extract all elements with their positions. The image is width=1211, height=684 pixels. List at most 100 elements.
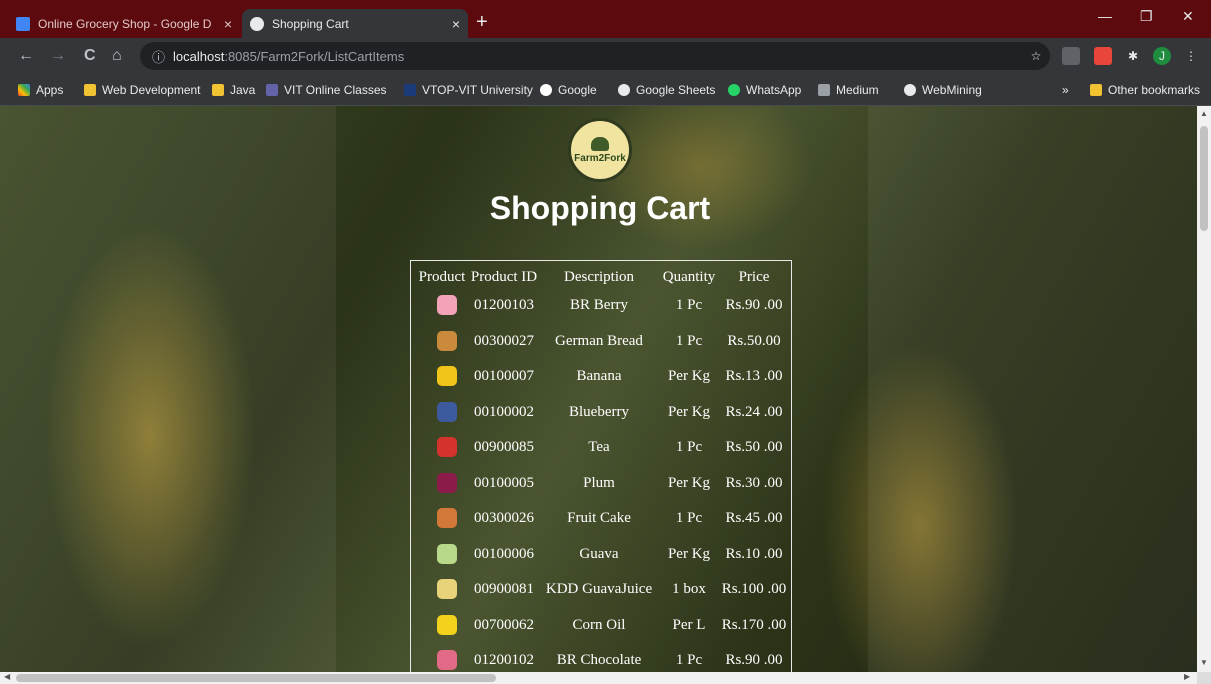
product-id-cell: 01200102 [474,652,534,668]
table-row: 00300027 German Bread 1 Pc Rs.50.00 [411,329,791,353]
table-row: 00900085 Tea 1 Pc Rs.50 .00 [411,435,791,459]
price-cell: Rs.90 .00 [725,652,783,668]
address-bar[interactable]: ⓘ localhost:8085/Farm2Fork/ListCartItems [140,42,1050,70]
price-cell: Rs.50.00 [727,332,781,349]
product-thumbnail [437,579,457,599]
scroll-up-arrow-icon[interactable]: ▲ [1200,109,1208,118]
bookmark-web-development[interactable]: Web Development [84,83,201,97]
header-product-id: Product ID [470,269,538,285]
tree-icon [591,136,609,151]
product-id-cell: 00900085 [474,439,534,455]
product-thumbnail [437,472,457,493]
product-thumbnail [437,437,457,457]
product-thumbnail [437,614,457,635]
quantity-cell: Per Kg [667,403,711,420]
bookmark-label: Java [230,83,256,97]
product-id-cell: 00900081 [474,581,534,597]
reload-button[interactable]: C [84,47,96,65]
table-row: 00100006 Guava Per Kg Rs.10 .00 [411,542,791,566]
address-path: :8085/Farm2Fork/ListCartItems [224,48,405,64]
bookmark-google-sheets[interactable]: Google Sheets [618,83,715,97]
profile-avatar[interactable]: J [1153,47,1171,65]
logo-text: Farm2Fork [574,152,626,164]
extension-icon[interactable] [1062,47,1080,65]
apps-grid-icon [18,84,30,96]
table-row: 00300026 Fruit Cake 1 Pc Rs.45 .00 [411,506,791,530]
scrollbar-thumb[interactable] [1200,126,1208,231]
tab-online-grocery-shop[interactable]: Online Grocery Shop - Google D × [8,9,240,38]
table-row: 01200103 BR Berry 1 Pc Rs.90 .00 [411,293,791,317]
table-row: 00100007 Banana Per Kg Rs.13 .00 [411,364,791,388]
extension-icon[interactable] [1094,47,1112,65]
globe-icon [618,84,630,96]
description-cell: Tea [588,439,610,455]
bookmark-label: Google Sheets [636,83,716,97]
chevron-double-right-icon: » [1062,83,1069,97]
page-title: Shopping Cart [489,190,711,226]
quantity-cell: Per L [672,616,706,633]
scroll-right-arrow-icon[interactable]: ▶ [1184,672,1190,681]
close-tab-icon[interactable]: × [224,16,232,32]
bookmark-java[interactable]: Java [212,83,255,97]
back-button[interactable]: ← [18,47,34,65]
quantity-cell: Per Kg [667,368,711,384]
window-close-button[interactable]: ✕ [1182,8,1194,25]
puzzle-icon[interactable]: ✱ [1124,47,1142,65]
bookmark-star-icon[interactable]: ☆ [1027,47,1045,65]
bookmark-label: WhatsApp [746,83,802,97]
quantity-cell: 1 box [672,581,706,597]
bookmark-whatsapp[interactable]: WhatsApp [728,83,801,97]
cart-table: Product Product ID Description Quantity … [410,260,792,672]
scroll-down-arrow-icon[interactable]: ▼ [1200,658,1208,667]
bookmark-google[interactable]: Google [540,83,597,97]
new-tab-button[interactable]: + [476,12,488,32]
browser-toolbar: ← → C ⌂ ⓘ localhost:8085/Farm2Fork/ListC… [0,38,1211,74]
product-thumbnail [437,508,457,528]
bookmark-other-bookmarks[interactable]: Other bookmarks [1090,83,1200,97]
bookmark-vtop[interactable]: VTOP-VIT University [404,83,533,97]
scrollbar-corner [1197,672,1211,684]
product-id-cell: 00700062 [474,616,534,633]
bookmark-label: Other bookmarks [1108,83,1201,97]
site-info-icon[interactable]: ⓘ [152,47,165,66]
scrollbar-thumb[interactable] [16,674,496,682]
bookmark-vit-online-classes[interactable]: VIT Online Classes [266,83,387,97]
forward-button[interactable]: → [50,47,66,65]
description-cell: Blueberry [569,403,629,420]
tab-strip: Online Grocery Shop - Google D × Shoppin… [0,0,1211,38]
description-cell: BR Berry [570,297,628,313]
whatsapp-icon [728,84,740,96]
farm2fork-logo[interactable]: Farm2Fork [568,118,632,182]
description-cell: German Bread [555,332,643,349]
tab-shopping-cart[interactable]: Shopping Cart × [242,9,468,38]
description-cell: Plum [583,474,615,491]
more-bookmarks-button[interactable]: » [1062,83,1069,97]
minimize-button[interactable]: — [1098,8,1112,24]
price-cell: Rs.50 .00 [725,439,783,455]
bookmark-label: Web Development [102,83,201,97]
price-cell: Rs.100 .00 [721,581,787,597]
table-row: 00900081 KDD GuavaJuice 1 box Rs.100 .00 [411,577,791,601]
bookmark-apps[interactable]: Apps [18,83,63,97]
bookmark-label: VTOP-VIT University [422,83,533,97]
bookmark-medium[interactable]: Medium [818,83,879,97]
vertical-scrollbar[interactable]: ▲ ▼ [1197,106,1211,672]
header-product: Product [418,269,466,285]
table-row: 01200102 BR Chocolate 1 Pc Rs.90 .00 [411,648,791,672]
restore-button[interactable]: ❐ [1140,8,1153,25]
quantity-cell: Per Kg [667,545,711,562]
close-tab-icon[interactable]: × [452,16,460,32]
price-cell: Rs.170 .00 [721,616,787,633]
site-icon [404,84,416,96]
horizontal-scrollbar[interactable]: ◀ ▶ [0,672,1197,684]
scroll-left-arrow-icon[interactable]: ◀ [4,672,10,681]
address-host: localhost [173,48,225,64]
bookmark-webmining[interactable]: WebMining [904,83,982,97]
product-thumbnail [437,650,457,670]
globe-icon [250,16,264,31]
home-button[interactable]: ⌂ [112,47,122,65]
product-thumbnail [437,366,457,386]
price-cell: Rs.10 .00 [725,545,783,562]
table-header: Product Product ID Description Quantity … [411,265,791,289]
menu-icon[interactable]: ⋮ [1182,47,1200,65]
